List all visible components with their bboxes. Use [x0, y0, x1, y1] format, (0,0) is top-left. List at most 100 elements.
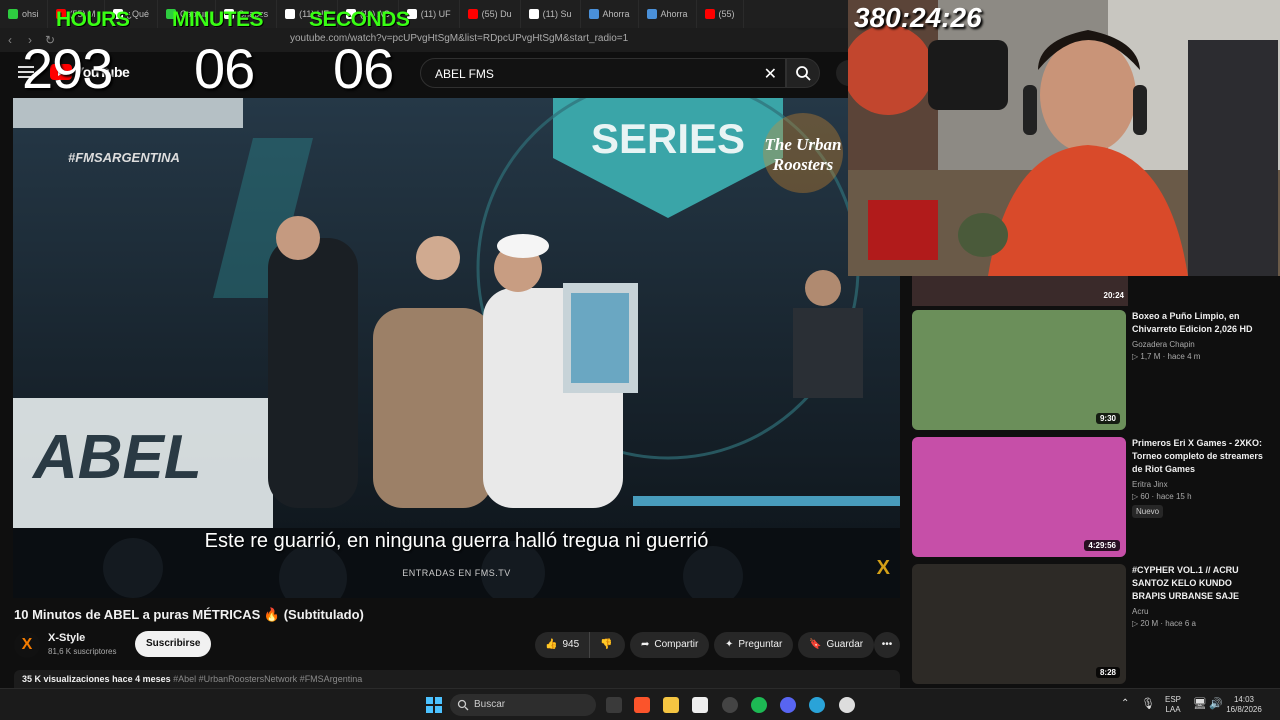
svg-text:The Urban: The Urban — [765, 135, 842, 154]
video-thumbnail[interactable]: 9:30 — [912, 310, 1126, 430]
dislike-button[interactable]: 👎 — [590, 632, 612, 658]
video-player[interactable]: SERIES ABEL The Urban Roosters #FMSARGEN… — [13, 98, 900, 598]
browser-tab[interactable]: (55) — [697, 0, 744, 28]
video-meta: ▷ 20 M · hace 6 a — [1132, 619, 1196, 628]
tab-favicon-icon — [285, 9, 296, 19]
recommendation-partial-thumb[interactable]: 20:24 — [912, 276, 1128, 306]
browser-tab[interactable]: ohsi — [0, 0, 48, 28]
bookmark-icon: 🔖 — [809, 639, 822, 650]
skull-app-icon[interactable] — [839, 697, 855, 713]
tab-label: ohsi — [22, 9, 39, 19]
taskbar-search-label: Buscar — [474, 699, 506, 710]
recommended-video[interactable]: 8:28 #CYPHER VOL.1 // ACRU SANTOZ KELO KU… — [912, 564, 1272, 684]
new-badge: Nuevo — [1132, 505, 1164, 518]
tab-label: Ahorra — [660, 9, 688, 19]
clock[interactable]: 14:03 16/8/2026 — [1224, 695, 1264, 715]
tab-favicon-icon — [704, 9, 715, 19]
clear-search-icon[interactable]: ✕ — [764, 64, 777, 84]
video-duration: 8:28 — [1095, 667, 1120, 678]
video-thumbnail[interactable]: 4:29:56 — [912, 437, 1126, 557]
network-icon[interactable]: 🖥 — [1193, 697, 1207, 710]
search-box[interactable]: ✕ — [420, 58, 786, 88]
video-views: 1,7 M — [1140, 352, 1161, 361]
browser-tab[interactable]: Ahorra — [639, 0, 697, 28]
video-channel[interactable]: Gozadera Chapin — [1132, 340, 1264, 349]
video-subtitle: Este re guarrió, en ninguna guerra halló… — [204, 530, 709, 552]
obs-icon[interactable] — [722, 697, 738, 713]
ask-label: Preguntar — [738, 639, 783, 650]
video-views: 60 — [1140, 492, 1150, 501]
video-age: hace 6 a — [1165, 619, 1196, 628]
channel-watermark-icon: X — [876, 557, 890, 579]
video-title[interactable]: #CYPHER VOL.1 // ACRU SANTOZ KELO KUNDO … — [1132, 564, 1264, 603]
video-title[interactable]: Boxeo a Puño Limpio, en Chivarreto Edici… — [1132, 310, 1264, 336]
description-box[interactable]: 35 K visualizaciones hace 4 meses #Abel … — [14, 670, 900, 688]
share-label: Compartir — [654, 639, 699, 650]
more-actions-button[interactable]: ••• — [874, 632, 900, 658]
like-count: 945 — [562, 639, 580, 650]
view-count: 35 K visualizaciones — [22, 674, 110, 684]
language-indicator[interactable]: ESP LAA — [1163, 695, 1183, 715]
search-icon — [796, 66, 811, 81]
discord-icon[interactable] — [780, 697, 796, 713]
video-channel[interactable]: Eritra Jinx — [1132, 480, 1264, 489]
video-info: Primeros Eri X Games - 2XKO: Torneo comp… — [1132, 437, 1264, 519]
channel-avatar[interactable]: X — [14, 632, 40, 658]
save-label: Guardar — [826, 639, 864, 650]
taskbar-search[interactable]: Buscar — [450, 694, 596, 716]
ask-button[interactable]: ✦ Preguntar — [714, 632, 794, 658]
webcam-feed — [848, 0, 1280, 276]
clock-time: 14:03 — [1233, 695, 1255, 704]
volume-icon[interactable]: 🔊 — [1209, 697, 1223, 710]
search-input[interactable] — [435, 67, 735, 81]
save-button[interactable]: 🔖 Guardar — [798, 632, 875, 658]
file-explorer-icon[interactable] — [663, 697, 679, 713]
back-icon[interactable]: ‹ — [0, 33, 20, 47]
tab-label: Ahorra — [602, 9, 630, 19]
tab-label: (11) Su — [542, 9, 572, 19]
video-title[interactable]: Primeros Eri X Games - 2XKO: Torneo comp… — [1132, 437, 1264, 476]
task-view-icon[interactable] — [606, 697, 622, 713]
chevron-up-icon[interactable]: ⌃ — [1121, 698, 1129, 709]
channel-subscribers: 81,6 K suscriptores — [48, 647, 117, 656]
recommended-video[interactable]: 9:30 Boxeo a Puño Limpio, en Chivarreto E… — [912, 310, 1272, 430]
video-title: 10 Minutos de ABEL a puras MÉTRICAS 🔥 (S… — [14, 607, 364, 622]
like-button[interactable]: 👍 945 — [535, 632, 590, 658]
search-icon — [457, 699, 469, 711]
video-duration: 20:24 — [1103, 291, 1124, 300]
video-duration: 4:29:56 — [1084, 540, 1120, 551]
video-views: 20 M — [1140, 619, 1159, 628]
browser-tab[interactable]: Ahorra — [581, 0, 639, 28]
youtube-header: YouTube ✕ — [0, 52, 900, 94]
video-frame: SERIES ABEL The Urban Roosters — [13, 98, 900, 598]
video-info: Boxeo a Puño Limpio, en Chivarreto Edici… — [1132, 310, 1264, 361]
fms-hashtag-overlay: #FMSARGENTINA — [68, 150, 180, 165]
share-icon: ➦ — [641, 639, 650, 650]
video-thumbnail[interactable]: 8:28 — [912, 564, 1126, 684]
share-button[interactable]: ➦ Compartir — [630, 632, 710, 658]
spotify-icon[interactable] — [751, 697, 767, 713]
app-icon[interactable] — [809, 697, 825, 713]
search-button[interactable] — [786, 58, 820, 88]
seconds-value: 06 — [333, 37, 394, 100]
brave-browser-icon[interactable] — [634, 697, 650, 713]
scrollbar[interactable] — [1272, 276, 1280, 686]
subscribe-button[interactable]: Suscribirse — [135, 631, 212, 657]
browser-tab[interactable]: (11) Su — [521, 0, 581, 28]
tab-favicon-icon — [646, 9, 657, 19]
webcam-overlay — [848, 0, 1280, 276]
channel-name[interactable]: X-Style — [48, 632, 85, 644]
like-dislike-group: 👍 945 👎 — [535, 632, 625, 658]
browser-tab[interactable]: (55) Du — [460, 0, 521, 28]
capcut-icon[interactable] — [692, 697, 708, 713]
windows-start-icon[interactable] — [426, 697, 442, 713]
microphone-icon[interactable]: 🎙 — [1141, 697, 1155, 710]
tab-favicon-icon — [8, 9, 18, 19]
screen: ohsi (55) M ¿Qué Captur Snapcs (11) UF (11) AC… — [0, 0, 1280, 720]
tab-label: (55) — [718, 9, 735, 19]
recommended-video[interactable]: 4:29:56 Primeros Eri X Games - 2XKO: Torn… — [912, 437, 1272, 557]
tab-label: (11) UF — [420, 9, 451, 19]
description-tags[interactable]: #Abel #UrbanRoostersNetwork #FMSArgentin… — [173, 674, 362, 684]
video-channel[interactable]: Acru — [1132, 607, 1264, 616]
svg-text:ABEL: ABEL — [31, 423, 202, 492]
